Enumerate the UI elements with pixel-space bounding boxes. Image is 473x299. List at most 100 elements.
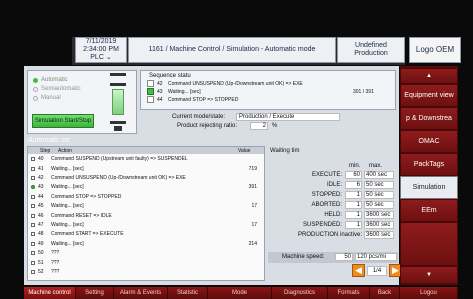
active-step-indicator [31, 185, 35, 190]
state-line2: Production [354, 50, 388, 57]
table-row[interactable]: 40 Command SUSPEND (Upstream unit faulty)… [31, 156, 263, 162]
chevron-up-icon: ▲ [426, 73, 432, 79]
reject-ratio-value[interactable]: 2 [250, 122, 268, 130]
sidebar-item-packtags[interactable]: PackTags [400, 153, 458, 176]
waiting-max-input[interactable]: 3600 sec [364, 231, 394, 239]
table-row[interactable]: 51??? [31, 259, 263, 266]
sequence-counter: 301 / 391 [353, 89, 374, 95]
row-action: Command START => EXECUTE [51, 231, 124, 238]
status-indicator-column [110, 73, 126, 131]
table-row[interactable]: 42 Command UNSUSPEND (Up-/Downstream unit… [31, 175, 263, 181]
table-row[interactable]: 49 Waiting... [sec] 214 [31, 241, 263, 247]
waiting-label: IDLE: [326, 182, 342, 188]
row-step: 51 [38, 259, 44, 266]
mode-semiautomatic[interactable]: Semiautomatic [33, 86, 81, 92]
row-step: 48 [38, 231, 44, 238]
table-row[interactable]: 48 Command START => EXECUTE [31, 231, 263, 237]
logo: Logo OEM [409, 37, 461, 63]
mode-automatic[interactable]: Automatic [33, 77, 68, 83]
row-step: 45 [38, 203, 44, 210]
waiting-label: SUSPENDED: [302, 222, 342, 228]
sidebar-scroll-down[interactable]: ▼ [400, 266, 458, 284]
nav-diagnostics[interactable]: Diagnostics [272, 287, 328, 299]
datetime-box: 7/11/2019 2:34:00 PM PLC ⌄ [75, 37, 127, 63]
auto-mode-table: Step Action Value 40 Command SUSPEND (Ups… [27, 146, 265, 281]
page-indicator: 1/4 [367, 266, 387, 276]
step-checkbox [31, 241, 35, 246]
row-step: 42 [38, 174, 44, 181]
step-checkbox [31, 175, 35, 180]
waiting-min-input[interactable]: 1 [345, 191, 362, 199]
nav-back[interactable]: Back [370, 287, 400, 299]
step-checkbox [31, 222, 35, 227]
row-step: 52 [38, 268, 44, 275]
sequence-title: Sequence statu [149, 73, 191, 79]
sidebar-item-simulation[interactable]: Simulation [400, 176, 458, 199]
row-action: ??? [51, 259, 60, 266]
table-row[interactable]: 46 Command RESET => IDLE [31, 212, 263, 219]
waiting-min-input[interactable]: 60 [345, 171, 362, 179]
sidebar-item-omac[interactable]: OMAC [400, 130, 458, 153]
nav-setting[interactable]: Setting [76, 287, 114, 299]
step-checkbox [31, 260, 35, 265]
auto-rows: 40 Command SUSPEND (Upstream unit faulty)… [31, 156, 263, 280]
table-row[interactable]: 43 Waiting... [sec] 391 [31, 184, 263, 190]
table-row[interactable]: 45 Waiting... [sec] 17 [31, 203, 263, 209]
table-row[interactable]: 50??? [31, 250, 263, 256]
step-checkbox [31, 232, 35, 237]
row-step: 40 [38, 156, 44, 163]
step-checkbox [31, 157, 35, 162]
machine-state-box: Undefined Production [337, 37, 405, 63]
nav-machine-control[interactable]: Machine control [24, 287, 76, 299]
reject-ratio-label: Product rejecting ratio: [177, 123, 238, 129]
waiting-label: EXECUTE: [311, 172, 342, 178]
sequence-panel: Sequence statu 42 Command UNSUSPEND (Up-/… [140, 70, 396, 110]
sidebar-scroll-up[interactable]: ▲ [400, 68, 458, 84]
speed-max[interactable]: 120 pcs/mi [355, 253, 397, 261]
sequence-step-indicators [147, 80, 154, 104]
row-action: Command STOP => STOPPED [51, 193, 122, 200]
arrow-right-icon: ▶ [392, 265, 399, 275]
time-text: 2:34:00 PM [83, 46, 119, 53]
date-text: 7/11/2019 [85, 38, 117, 45]
sequence-line: 43 Waiting... [sec] [157, 89, 201, 95]
waiting-min-input[interactable]: 1 [345, 201, 362, 209]
waiting-max-input[interactable]: 3600 sec [364, 211, 394, 219]
sidebar-item-eem[interactable]: EEm [400, 199, 458, 222]
table-row[interactable]: 44 Command STOP => STOPPED [31, 194, 263, 200]
waiting-max-input[interactable]: 50 sec [364, 181, 394, 189]
sidebar-item-up-downstream[interactable]: p & Downstrea [400, 107, 458, 130]
page-prev-button[interactable]: ◀ [352, 264, 365, 277]
nav-alarm-events[interactable]: Alarm & Events [114, 287, 168, 299]
speed-label: Machine speed: [282, 254, 325, 260]
waiting-panel: Waiting tim min. max. EXECUTE: 60 400 sec I… [268, 146, 398, 266]
table-row[interactable]: 47 Waiting... [sec] 17 [31, 222, 263, 228]
waiting-max-input[interactable]: 3600 sec [364, 221, 394, 229]
waiting-max-input[interactable]: 400 sec [364, 171, 394, 179]
waiting-label: PRODUCTION inactive: [297, 232, 362, 238]
speed-min[interactable]: 50 [335, 253, 353, 261]
sidebar-item-equipment-view[interactable]: Equipment view [400, 84, 458, 107]
nav-logout[interactable]: Logou [400, 287, 458, 299]
waiting-min-input[interactable]: 1 [345, 211, 362, 219]
current-mode-label: Current mode/state: [172, 114, 226, 120]
nav-statistic[interactable]: Statistic [168, 287, 208, 299]
sequence-line: 44 Command STOP => STOPPED [157, 97, 239, 103]
table-row[interactable]: 52??? [31, 269, 263, 275]
row-step: 43 [38, 184, 44, 191]
row-step: 41 [38, 165, 44, 172]
waiting-row: IDLE: 6 50 sec [268, 181, 394, 190]
table-row[interactable]: 41 Waiting... [sec] 719 [31, 165, 263, 172]
plc-label[interactable]: PLC ⌄ [90, 54, 111, 62]
nav-formats[interactable]: Formats [328, 287, 370, 299]
waiting-min-input[interactable]: 1 [345, 221, 362, 229]
wait-rows: EXECUTE: 60 400 sec IDLE: 6 50 sec STOPPED: 1 50… [268, 171, 398, 241]
waiting-min-input[interactable]: 6 [345, 181, 362, 189]
step-checkbox [31, 213, 35, 218]
page-text: 1/4 [372, 268, 382, 274]
nav-mode[interactable]: Mode [208, 287, 272, 299]
waiting-max-input[interactable]: 50 sec [364, 201, 394, 209]
mode-manual[interactable]: Manual [33, 95, 61, 101]
simulation-start-stop-button[interactable]: Simulation Start/Stop [32, 114, 94, 128]
waiting-max-input[interactable]: 50 sec [364, 191, 394, 199]
